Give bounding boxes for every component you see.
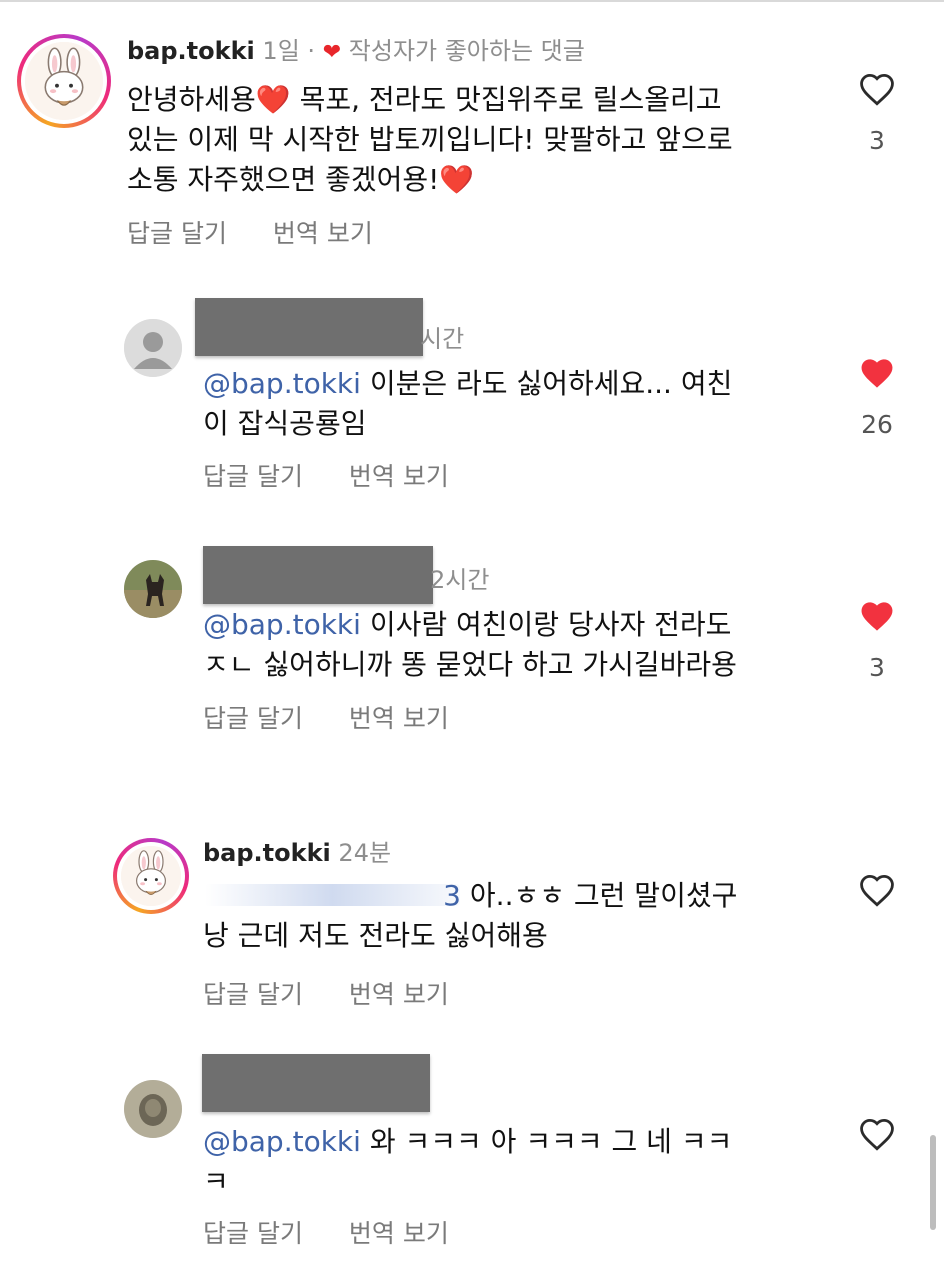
bunny-avatar-icon bbox=[121, 846, 181, 906]
comment-header: bap.tokki 1일 · ❤ 작성자가 좋아하는 댓글 bbox=[127, 34, 585, 70]
heart-small-icon: ❤ bbox=[322, 40, 342, 65]
reply-button[interactable]: 답글 달기 bbox=[127, 219, 227, 248]
heart-outline-icon[interactable] bbox=[858, 873, 896, 907]
comment-text-line: 이사람 여친이랑 당사자 전라도 bbox=[369, 608, 732, 641]
scrollbar[interactable] bbox=[930, 1135, 936, 1230]
username[interactable]: bap.tokki bbox=[127, 37, 255, 65]
redacted-username bbox=[195, 298, 423, 356]
like-control: 3 bbox=[852, 599, 902, 682]
reply-button[interactable]: 답글 달기 bbox=[203, 1219, 303, 1248]
comment-text-line: 이분은 라도 싫어하세요... 여친 bbox=[369, 367, 733, 400]
like-count: 26 bbox=[861, 410, 893, 439]
avatar[interactable] bbox=[124, 319, 182, 377]
timestamp: 24분 bbox=[338, 839, 392, 867]
comment-actions: 답글 달기 번역 보기 bbox=[127, 214, 411, 250]
comment-text-line: ㅈㄴ 싫어하니까 똥 묻었다 하고 가시길바라용 bbox=[203, 648, 737, 681]
mention-link[interactable]: @bap.tokki bbox=[203, 1125, 361, 1158]
reply-button[interactable]: 답글 달기 bbox=[203, 462, 303, 491]
like-control bbox=[852, 873, 902, 907]
heart-filled-icon[interactable] bbox=[858, 599, 896, 633]
see-translation-button[interactable]: 번역 보기 bbox=[349, 980, 449, 1009]
mention-link[interactable]: 3 bbox=[203, 876, 461, 916]
dog-photo-avatar-icon bbox=[124, 560, 182, 618]
heart-outline-icon[interactable] bbox=[858, 1117, 896, 1151]
top-divider bbox=[0, 0, 944, 2]
username[interactable]: bap.tokki bbox=[203, 839, 331, 867]
avatar[interactable] bbox=[17, 34, 111, 128]
comment-actions: 답글 달기 번역 보기 bbox=[203, 1214, 487, 1250]
like-control: 3 bbox=[852, 72, 902, 155]
timestamp: 시간 bbox=[420, 325, 465, 353]
comment-text-line: 와 ㅋㅋㅋ 아 ㅋㅋㅋ 그 네 ㅋㅋ bbox=[369, 1125, 733, 1158]
see-translation-button[interactable]: 번역 보기 bbox=[349, 1219, 449, 1248]
redacted-username bbox=[203, 546, 433, 604]
comment-text-line: 소통 자주했으면 좋겠어용!❤️ bbox=[127, 163, 475, 196]
like-count: 3 bbox=[869, 653, 885, 682]
bunny-avatar-icon bbox=[25, 42, 103, 120]
comment-text: @bap.tokki 와 ㅋㅋㅋ 아 ㅋㅋㅋ 그 네 ㅋㅋ ㅋ bbox=[203, 1122, 843, 1202]
comment-text-line: ㅋ bbox=[203, 1165, 229, 1198]
comment-text-line: 있는 이제 막 시작한 밥토끼입니다! 맞팔하고 앞으로 bbox=[127, 123, 733, 156]
comment-text-line: 아..ㅎㅎ 그런 말이셨구 bbox=[469, 879, 738, 912]
timestamp: 1일 bbox=[262, 37, 300, 65]
redacted-username bbox=[202, 1054, 430, 1112]
mention-link[interactable]: @bap.tokki bbox=[203, 367, 361, 400]
see-translation-button[interactable]: 번역 보기 bbox=[349, 704, 449, 733]
comment-text-line: 이 잡식공룡임 bbox=[203, 407, 367, 440]
heart-outline-icon[interactable] bbox=[858, 72, 896, 106]
see-translation-button[interactable]: 번역 보기 bbox=[273, 219, 373, 248]
like-count: 3 bbox=[869, 126, 885, 155]
avatar[interactable] bbox=[113, 838, 189, 914]
author-liked-label: 작성자가 좋아하는 댓글 bbox=[348, 37, 585, 65]
comment-actions: 답글 달기 번역 보기 bbox=[203, 699, 487, 735]
like-control: 26 bbox=[852, 356, 902, 439]
comment-actions: 답글 달기 번역 보기 bbox=[203, 975, 487, 1011]
like-control bbox=[852, 1117, 902, 1151]
comment-text-line: 안녕하세용❤️ 목포, 전라도 맛집위주로 릴스올리고 bbox=[127, 83, 722, 116]
comment-text: @bap.tokki 이분은 라도 싫어하세요... 여친 이 잡식공룡임 bbox=[203, 364, 803, 444]
avatar[interactable] bbox=[124, 560, 182, 618]
heart-filled-icon[interactable] bbox=[858, 356, 896, 390]
comment-text-line: 낭 근데 저도 전라도 싫어해용 bbox=[203, 919, 548, 952]
reply-button[interactable]: 답글 달기 bbox=[203, 980, 303, 1009]
comment-actions: 답글 달기 번역 보기 bbox=[203, 457, 487, 493]
photo-avatar-icon bbox=[124, 1080, 182, 1138]
see-translation-button[interactable]: 번역 보기 bbox=[349, 462, 449, 491]
reply-button[interactable]: 답글 달기 bbox=[203, 704, 303, 733]
comment-header: bap.tokki 24분 bbox=[203, 836, 391, 870]
comment-text: @bap.tokki 이사람 여친이랑 당사자 전라도 ㅈㄴ 싫어하니까 똥 묻… bbox=[203, 605, 843, 685]
separator: · bbox=[307, 37, 316, 65]
avatar[interactable] bbox=[124, 1080, 182, 1138]
mention-link[interactable]: @bap.tokki bbox=[203, 608, 361, 641]
person-silhouette-icon bbox=[124, 319, 182, 377]
comment-text: 3 아..ㅎㅎ 그런 말이셨구 낭 근데 저도 전라도 싫어해용 bbox=[203, 876, 823, 956]
comment-text: 안녕하세용❤️ 목포, 전라도 맛집위주로 릴스올리고 있는 이제 막 시작한 … bbox=[127, 80, 827, 200]
timestamp: 2시간 bbox=[430, 566, 490, 594]
